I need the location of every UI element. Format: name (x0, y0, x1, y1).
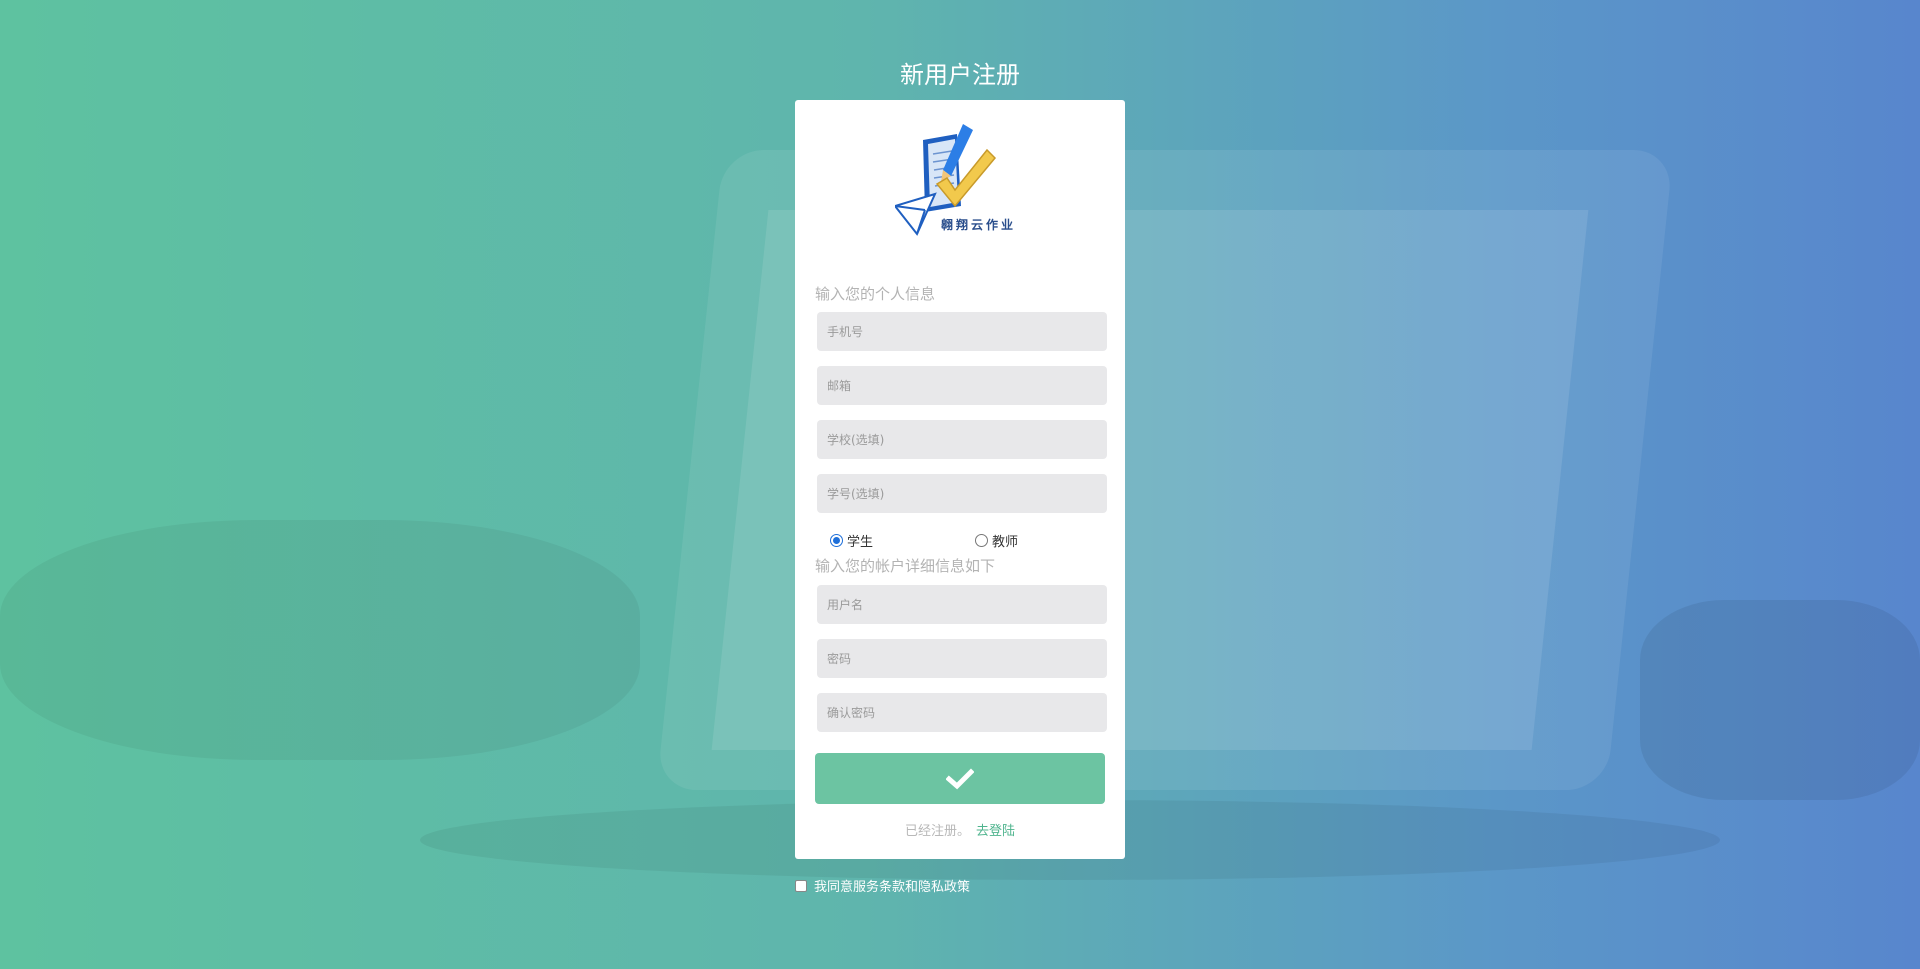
check-icon (946, 767, 974, 789)
agreement-label: 我同意服务条款和隐私政策 (814, 880, 971, 895)
account-info-label: 输入您的帐户详细信息如下 (815, 557, 996, 575)
page-title: 新用户注册 (900, 61, 1020, 89)
login-link[interactable]: 去登陆 (976, 824, 1015, 839)
email-input[interactable] (817, 366, 1107, 405)
role-label-student: 学生 (847, 535, 874, 550)
role-option-teacher[interactable]: 教师 (975, 531, 1018, 550)
password-input[interactable] (817, 639, 1107, 678)
radio-teacher[interactable] (975, 534, 988, 547)
submit-button[interactable] (815, 753, 1105, 804)
register-card: 翱翔云作业 输入您的个人信息 学生 教师 输入您的帐户详细信息如下 已经注册。去… (795, 100, 1125, 859)
radio-student[interactable] (830, 534, 843, 547)
confirm-password-input[interactable] (817, 693, 1107, 732)
username-input[interactable] (817, 585, 1107, 624)
logo-text: 翱翔云作业 (941, 218, 1017, 232)
role-option-student[interactable]: 学生 (830, 531, 873, 550)
phone-input[interactable] (817, 312, 1107, 351)
agreement-row[interactable]: 我同意服务条款和隐私政策 (795, 876, 970, 895)
student-id-input[interactable] (817, 474, 1107, 513)
login-row: 已经注册。 去登陆 (795, 820, 1125, 839)
agreement-checkbox[interactable] (795, 879, 807, 892)
role-label-teacher: 教师 (992, 535, 1019, 550)
background-shape (0, 520, 640, 760)
personal-info-label: 输入您的个人信息 (815, 285, 936, 303)
background-shape (1640, 600, 1920, 800)
school-input[interactable] (817, 420, 1107, 459)
login-prompt: 已经注册。 (904, 824, 970, 839)
